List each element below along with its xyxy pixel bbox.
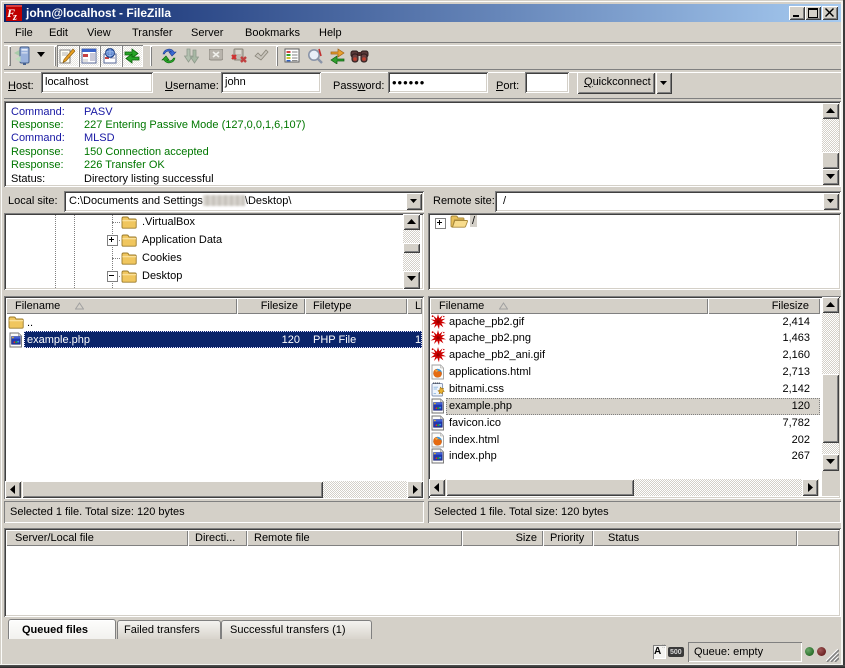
svg-text:z: z <box>12 12 17 21</box>
